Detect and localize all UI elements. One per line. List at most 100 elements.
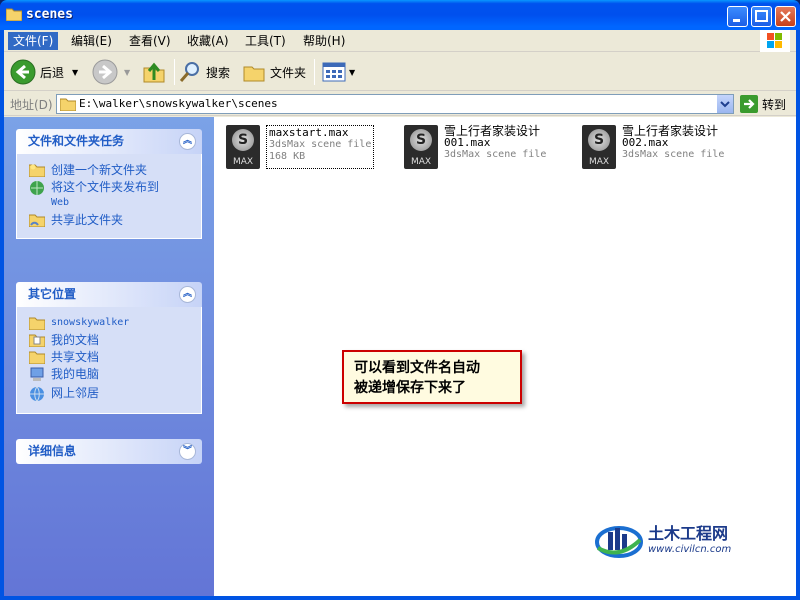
window-title: scenes (26, 7, 73, 22)
menu-edit[interactable]: 编辑(E) (66, 32, 117, 50)
go-arrow-icon (740, 95, 758, 113)
up-folder-icon (143, 62, 165, 83)
task-share-folder[interactable]: 共享此文件夹 (29, 213, 193, 227)
folder-icon (6, 8, 22, 21)
menu-view[interactable]: 查看(V) (124, 32, 176, 50)
file-item[interactable]: S MAX maxstart.max 3dsMax scene file 168… (226, 125, 375, 169)
network-icon (30, 386, 44, 402)
file-info: 雪上行者家装设计 001.max 3dsMax scene file (444, 125, 546, 169)
watermark-title: 土木工程网 (648, 524, 729, 543)
forward-button[interactable]: ▼ (92, 58, 130, 86)
views-button[interactable]: ▼ (322, 58, 355, 86)
task-label-line1: 将这个文件夹发布到 (51, 180, 160, 194)
go-button[interactable]: 转到 (740, 94, 786, 114)
file-item[interactable]: S MAX 雪上行者家装设计 001.max 3dsMax scene file (404, 125, 546, 169)
place-label: 共享文档 (51, 350, 100, 364)
shared-documents-icon (29, 351, 45, 364)
close-button[interactable] (775, 6, 796, 27)
file-info: 雪上行者家装设计 002.max 3dsMax scene file (622, 125, 724, 169)
minimize-icon (733, 19, 740, 22)
other-places-panel: 其它位置 ︽ snowskywalker 我的文档 共享文档 我的电脑 网上邻居 (16, 282, 202, 414)
collapse-icon[interactable]: ︽ (179, 286, 196, 303)
file-tasks-body: 创建一个新文件夹 将这个文件夹发布到 Web 共享此文件夹 (16, 154, 202, 239)
back-dropdown-icon[interactable]: ▼ (72, 68, 78, 77)
file-name-ext: 002.max (622, 136, 669, 149)
callout-line2: 被递增保存下来了 (354, 380, 466, 396)
menu-favorites[interactable]: 收藏(A) (182, 32, 234, 50)
callout-line1: 可以看到文件名自动 (354, 360, 480, 376)
menu-bar: 文件(F) 编辑(E) 查看(V) 收藏(A) 工具(T) 帮助(H) (4, 30, 796, 52)
file-size: 168 KB (269, 151, 306, 162)
window-client: 文件(F) 编辑(E) 查看(V) 收藏(A) 工具(T) 帮助(H) 后退 ▼… (4, 30, 796, 596)
task-new-folder[interactable]: 创建一个新文件夹 (29, 163, 193, 177)
chevron-down-icon (720, 101, 730, 108)
file-name: maxstart.max (269, 126, 349, 139)
back-button[interactable]: 后退 ▼ (10, 58, 78, 86)
new-folder-icon (29, 164, 45, 177)
place-label: 我的电脑 (51, 367, 100, 381)
collapse-icon[interactable]: ︽ (179, 133, 196, 150)
title-bar[interactable]: scenes (0, 0, 800, 30)
annotation-callout: 可以看到文件名自动 被递增保存下来了 (342, 350, 522, 404)
address-label: 地址(D) (10, 98, 53, 112)
file-item[interactable]: S MAX 雪上行者家装设计 002.max 3dsMax scene file (582, 125, 724, 169)
publish-web-icon (30, 181, 44, 195)
file-info: maxstart.max 3dsMax scene file 168 KB (266, 125, 375, 169)
menu-tools[interactable]: 工具(T) (240, 32, 291, 50)
file-tasks-header[interactable]: 文件和文件夹任务 ︽ (16, 129, 202, 154)
file-type: 3dsMax scene file (622, 149, 725, 160)
expand-icon[interactable]: ︾ (179, 443, 196, 460)
menu-help[interactable]: 帮助(H) (298, 32, 350, 50)
go-label: 转到 (762, 97, 787, 112)
folders-button[interactable]: 文件夹 (242, 58, 306, 86)
toolbar: 后退 ▼ ▼ 搜索 文件夹 ▼ (4, 53, 796, 91)
file-name-ext: 001.max (444, 136, 491, 149)
minimize-button[interactable] (727, 6, 748, 27)
file-tasks-panel: 文件和文件夹任务 ︽ 创建一个新文件夹 将这个文件夹发布到 Web 共享此文件夹 (16, 129, 202, 239)
3dsmax-file-icon: S MAX (404, 125, 438, 169)
search-label: 搜索 (206, 65, 231, 80)
toolbar-separator (314, 59, 315, 85)
place-my-documents[interactable]: 我的文档 (29, 333, 193, 347)
toolbar-separator (174, 59, 175, 85)
search-button[interactable]: 搜索 (178, 58, 230, 86)
task-label: 创建一个新文件夹 (51, 163, 148, 177)
share-folder-icon (29, 214, 45, 227)
folders-label: 文件夹 (270, 65, 307, 80)
details-title: 详细信息 (28, 444, 77, 458)
address-input[interactable]: E:\walker\snowskywalker\scenes (56, 94, 734, 114)
menu-file[interactable]: 文件(F) (8, 32, 59, 50)
place-snowskywalker[interactable]: snowskywalker (29, 316, 193, 330)
place-shared-documents[interactable]: 共享文档 (29, 350, 193, 364)
place-label: snowskywalker (51, 317, 130, 328)
views-dropdown-icon[interactable]: ▼ (349, 68, 355, 77)
other-places-body: snowskywalker 我的文档 共享文档 我的电脑 网上邻居 (16, 307, 202, 414)
up-folder-button[interactable] (142, 58, 166, 86)
watermark: 土木工程网 www.civilcn.com (594, 520, 774, 560)
place-my-computer[interactable]: 我的电脑 (29, 367, 193, 383)
address-dropdown-button[interactable] (717, 95, 733, 113)
place-label: 我的文档 (51, 333, 100, 347)
3dsmax-file-icon: S MAX (582, 125, 616, 169)
explorer-window: scenes 文件(F) 编辑(E) 查看(V) 收藏(A) 工具(T) 帮助(… (0, 0, 800, 600)
3dsmax-file-icon: S MAX (226, 125, 260, 169)
watermark-url: www.civilcn.com (648, 544, 732, 555)
close-icon (780, 11, 791, 22)
maximize-icon (755, 10, 768, 22)
file-type: 3dsMax scene file (269, 139, 372, 150)
place-network[interactable]: 网上邻居 (29, 386, 193, 402)
back-arrow-icon (10, 59, 36, 85)
forward-dropdown-icon[interactable]: ▼ (124, 68, 130, 77)
task-label: 将这个文件夹发布到 Web (51, 180, 159, 210)
folder-icon (60, 98, 76, 111)
task-publish-web[interactable]: 将这个文件夹发布到 Web (29, 180, 193, 210)
search-icon (179, 62, 199, 82)
details-header[interactable]: 详细信息 ︾ (16, 439, 202, 464)
folder-icon (29, 317, 45, 330)
other-places-header[interactable]: 其它位置 ︽ (16, 282, 202, 307)
address-path: E:\walker\snowskywalker\scenes (79, 97, 278, 110)
folders-icon (243, 66, 265, 82)
maximize-button[interactable] (751, 6, 772, 27)
my-computer-icon (30, 367, 44, 381)
task-pane: 文件和文件夹任务 ︽ 创建一个新文件夹 将这个文件夹发布到 Web 共享此文件夹… (4, 117, 214, 596)
